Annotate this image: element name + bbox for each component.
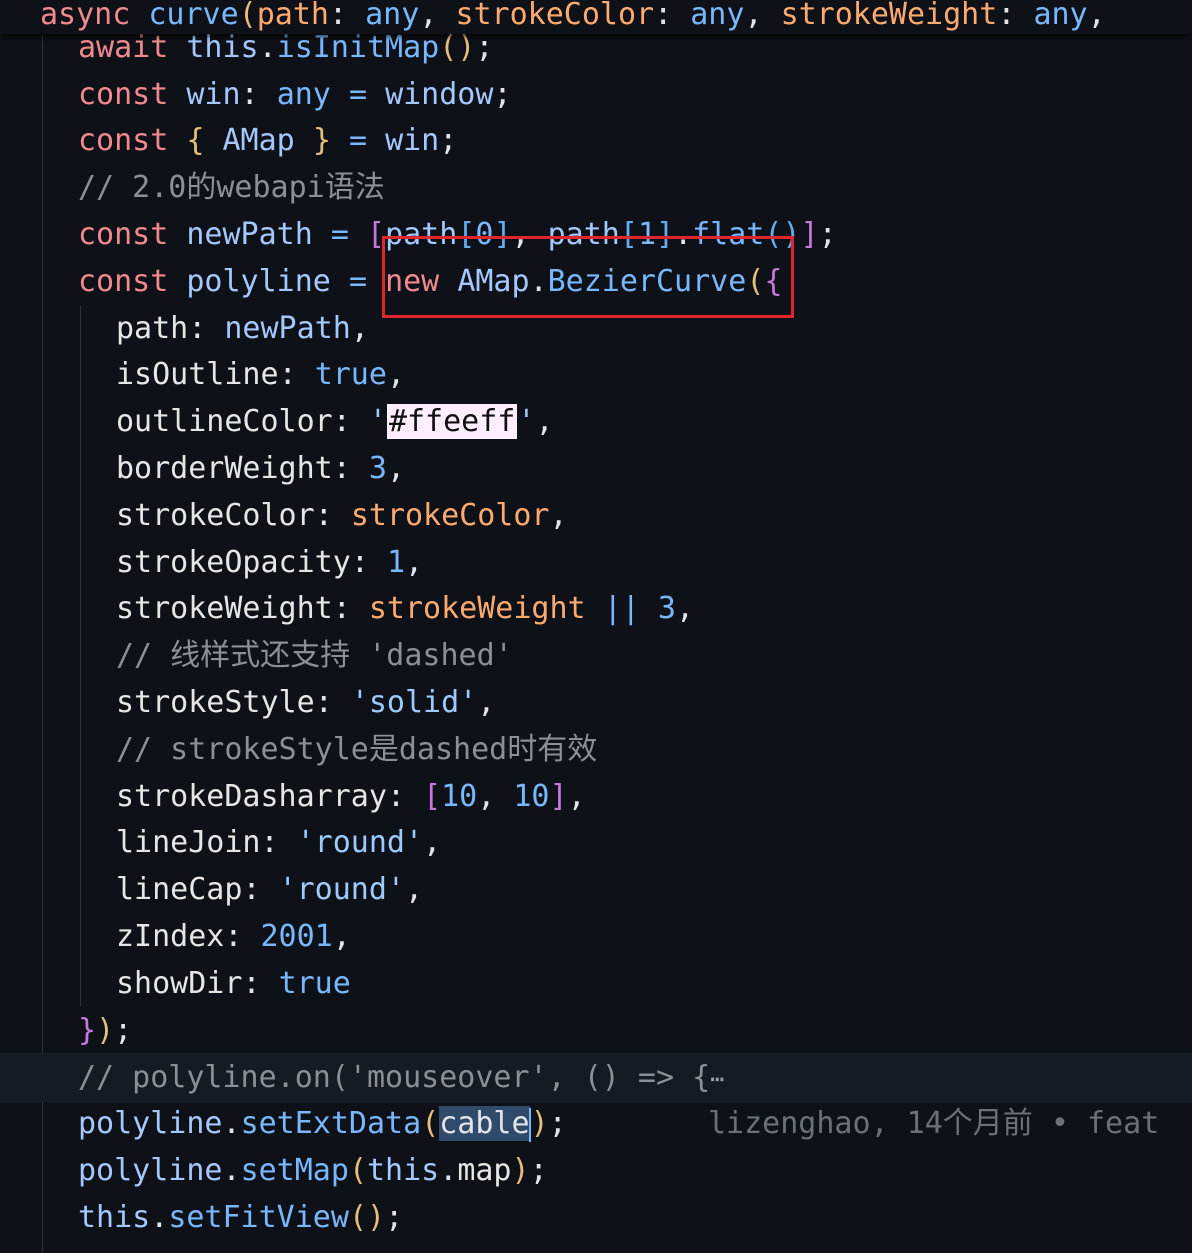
git-blame-annotation: lizenghao, 14个月前 • feat (708, 1106, 1160, 1141)
color-decorator[interactable]: #ffeeff (386, 404, 518, 439)
code-comment: // strokeStyle是dashed时有效 (116, 732, 598, 767)
code-comment: // 2.0的webapi语法 (78, 170, 385, 205)
code-line[interactable]: showDir: true (0, 960, 1192, 1007)
code-line[interactable]: borderWeight: 3, (0, 445, 1192, 492)
selected-word[interactable]: cable (439, 1106, 530, 1141)
param-path: path (256, 0, 329, 32)
code-comment: // polyline.on('mouseover', () => { (78, 1060, 711, 1095)
code-line[interactable]: lineJoin: 'round', (0, 819, 1192, 866)
code-editor[interactable]: async curve(path: any, strokeColor: any,… (0, 0, 1192, 1253)
code-comment: // 线样式还支持 'dashed' (116, 638, 513, 673)
code-line[interactable]: this.setFitView(); (0, 1194, 1192, 1241)
fold-ellipsis-icon[interactable]: ⋯ (710, 1065, 724, 1093)
highlight-annotation-box (382, 236, 794, 318)
code-line-folded[interactable]: // polyline.on('mouseover', () => {⋯ (0, 1053, 1192, 1102)
type-any: any (365, 0, 420, 32)
code-line[interactable]: zIndex: 2001, (0, 913, 1192, 960)
code-line[interactable]: strokeColor: strokeColor, (0, 492, 1192, 539)
code-line[interactable]: // 2.0的webapi语法 (0, 164, 1192, 211)
code-line[interactable]: strokeDasharray: [10, 10], (0, 773, 1192, 820)
code-line[interactable]: strokeStyle: 'solid', (0, 679, 1192, 726)
param-stroke-color: strokeColor (455, 0, 655, 32)
code-line[interactable]: strokeWeight: strokeWeight || 3, (0, 585, 1192, 632)
code-line[interactable]: lineCap: 'round', (0, 866, 1192, 913)
code-line[interactable]: const win: any = window; (0, 71, 1192, 118)
code-line[interactable]: strokeOpacity: 1, (0, 539, 1192, 586)
type-any: any (690, 0, 745, 32)
code-line[interactable]: // 线样式还支持 'dashed' (0, 632, 1192, 679)
function-name: curve (148, 0, 239, 32)
code-line[interactable]: outlineColor: '#ffeeff', (0, 398, 1192, 445)
code-line[interactable]: polyline.setMap(this.map); (0, 1147, 1192, 1194)
code-line[interactable]: // strokeStyle是dashed时有效 (0, 726, 1192, 773)
sticky-scroll-header[interactable]: async curve(path: any, strokeColor: any,… (0, 0, 1192, 34)
async-keyword: async (40, 0, 131, 32)
type-any: any (1033, 0, 1088, 32)
code-line[interactable]: }); (0, 1007, 1192, 1054)
code-line[interactable]: const { AMap } = win; (0, 117, 1192, 164)
code-line[interactable]: isOutline: true, (0, 351, 1192, 398)
param-stroke-weight: strokeWeight (780, 0, 998, 32)
